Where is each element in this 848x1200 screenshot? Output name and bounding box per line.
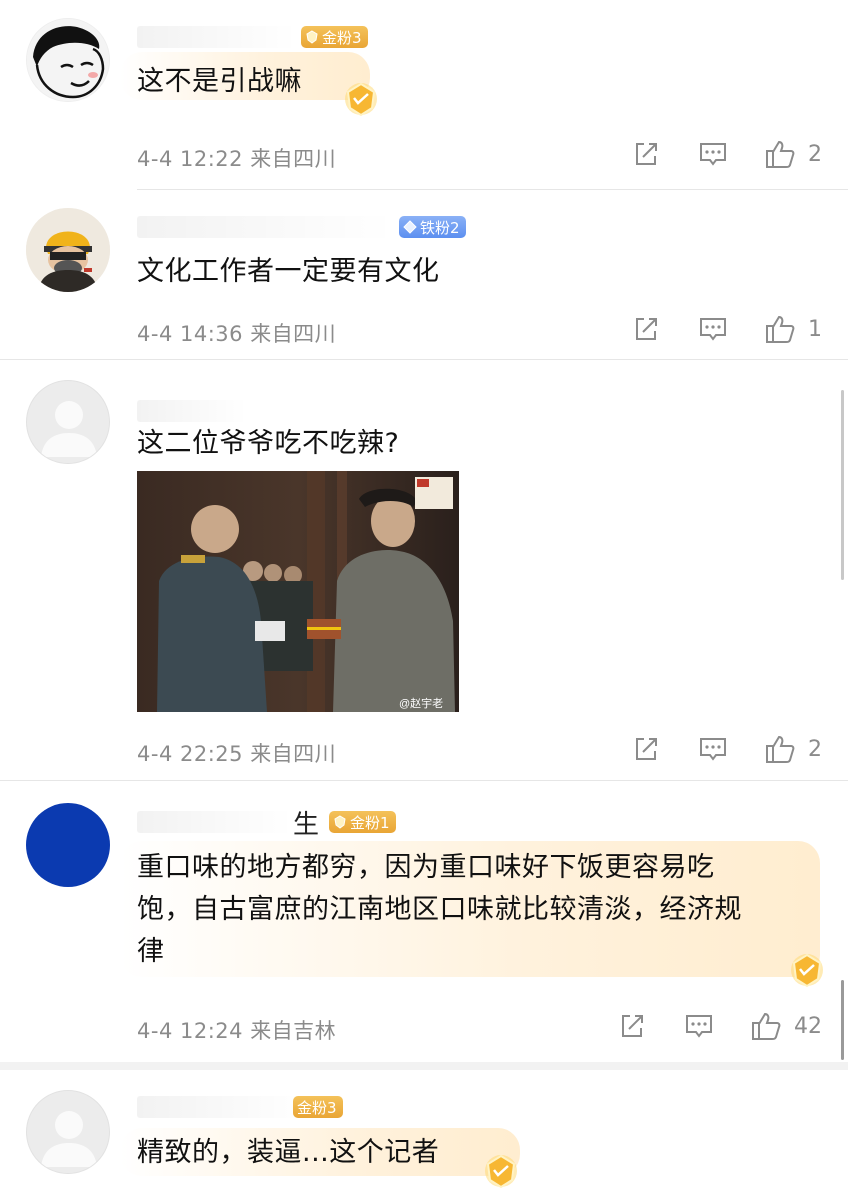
username-row: 金粉3 <box>137 22 368 52</box>
comment-icon <box>686 1015 712 1038</box>
comment-meta: 4-4 14:36 来自四川 <box>137 318 336 348</box>
action-bar: 2 <box>632 139 822 169</box>
comment-meta: 4-4 22:25 来自四川 <box>137 738 336 768</box>
like-count: 42 <box>794 1013 822 1039</box>
like-button[interactable]: 2 <box>764 139 822 169</box>
comment-text: 文化工作者一定要有文化 <box>137 256 440 287</box>
comment-meta: 4-4 12:24 来自吉林 <box>137 1015 336 1045</box>
like-button[interactable]: 2 <box>764 734 822 764</box>
comment-location: 来自四川 <box>250 322 337 346</box>
like-button[interactable]: 1 <box>764 314 822 344</box>
action-bar: 42 <box>618 1011 822 1041</box>
badge-label: 金粉1 <box>350 813 390 832</box>
comment-icon <box>700 318 726 341</box>
username-row: 金粉3 <box>137 1092 343 1122</box>
username-blurred[interactable] <box>137 26 297 48</box>
like-icon <box>752 1012 781 1040</box>
username-fragment: 生 <box>293 809 320 840</box>
like-icon <box>766 140 795 168</box>
username-row: 生 金粉1 <box>137 807 396 840</box>
fan-badge: 金粉1 <box>329 811 396 833</box>
comment-location: 来自四川 <box>250 147 337 171</box>
comment-text-line: 饱，自古富庶的江南地区口味就比较清淡，经济规 <box>137 894 742 925</box>
gold-gem-icon <box>345 82 377 117</box>
comment-text: 重口味的地方都穷，因为重口味好下饭更容易吃 饱，自古富庶的江南地区口味就比较清淡… <box>137 847 797 973</box>
comment-item: 铁粉2 文化工作者一定要有文化 4-4 14:36 来自四川 1 <box>0 190 848 358</box>
username-row: 铁粉2 <box>137 212 466 242</box>
badge-label: 金粉3 <box>297 1098 337 1117</box>
action-bar: 1 <box>632 314 822 344</box>
gold-badge-icon <box>334 815 346 829</box>
fan-badge: 金粉3 <box>293 1096 343 1118</box>
comment-time: 4-4 22:25 <box>137 742 243 766</box>
comment-time: 4-4 12:24 <box>137 1019 243 1043</box>
username-blurred[interactable] <box>137 400 247 422</box>
username-blurred[interactable] <box>137 811 293 833</box>
share-button[interactable] <box>632 315 660 343</box>
comment-icon <box>700 143 726 166</box>
iron-badge-icon <box>403 220 417 234</box>
badge-label: 铁粉2 <box>420 218 460 237</box>
comment-time: 4-4 12:22 <box>137 147 243 171</box>
like-count: 2 <box>808 736 822 762</box>
image-watermark: @赵宇老 <box>399 696 443 710</box>
comment-item: 这二位爷爷吃不吃辣? @赵宇老 4-4 22:25 来自四川 2 <box>0 360 848 780</box>
share-button[interactable] <box>632 140 660 168</box>
comment-item: 生 金粉1 重口味的地方都穷，因为重口味好下饭更容易吃 饱，自古富庶的江南地区口… <box>0 781 848 1061</box>
gold-gem-icon <box>791 953 823 988</box>
scrollbar-thumb[interactable] <box>841 980 844 1060</box>
avatar[interactable] <box>26 380 110 464</box>
avatar[interactable] <box>26 18 110 102</box>
action-bar: 2 <box>632 734 822 764</box>
comment-time: 4-4 14:36 <box>137 322 243 346</box>
comment-text-line: 律 <box>137 936 165 967</box>
gold-gem-icon <box>485 1154 517 1189</box>
comment-icon <box>700 738 726 761</box>
share-icon <box>622 1015 643 1037</box>
like-icon <box>766 735 795 763</box>
reply-button[interactable] <box>698 140 728 168</box>
badge-label: 金粉3 <box>322 28 362 47</box>
reply-button[interactable] <box>684 1012 714 1040</box>
avatar[interactable] <box>26 208 110 292</box>
avatar[interactable] <box>26 803 110 887</box>
share-icon <box>636 318 657 340</box>
comment-text: 精致的，装逼...这个记者 <box>137 1137 440 1168</box>
like-count: 2 <box>808 141 822 167</box>
like-button[interactable]: 42 <box>750 1011 822 1041</box>
comment-text-line: 重口味的地方都穷，因为重口味好下饭更容易吃 <box>137 852 715 883</box>
reply-button[interactable] <box>698 735 728 763</box>
username-row <box>137 396 247 426</box>
comment-text: 这不是引战嘛 <box>137 66 302 97</box>
section-gap <box>0 1062 848 1070</box>
share-button[interactable] <box>632 735 660 763</box>
share-icon <box>636 143 657 165</box>
comment-location: 来自吉林 <box>250 1019 337 1043</box>
fan-badge: 铁粉2 <box>399 216 466 238</box>
username-blurred[interactable] <box>137 1096 307 1118</box>
reply-button[interactable] <box>698 315 728 343</box>
like-count: 1 <box>808 316 822 342</box>
avatar[interactable] <box>26 1090 110 1174</box>
share-button[interactable] <box>618 1012 646 1040</box>
scrollbar[interactable] <box>841 390 844 580</box>
share-icon <box>636 738 657 760</box>
comment-image[interactable]: @赵宇老 <box>137 471 459 712</box>
like-icon <box>766 315 795 343</box>
comment-location: 来自四川 <box>250 742 337 766</box>
username-blurred[interactable] <box>137 216 395 238</box>
gold-badge-icon <box>306 30 318 44</box>
fan-badge: 金粉3 <box>301 26 368 48</box>
comment-meta: 4-4 12:22 来自四川 <box>137 143 336 173</box>
comment-text: 这二位爷爷吃不吃辣? <box>137 428 400 459</box>
comment-item: 金粉3 这不是引战嘛 4-4 12:22 来自四川 2 <box>0 0 848 190</box>
comment-item: 金粉3 精致的，装逼...这个记者 <box>0 1070 848 1200</box>
